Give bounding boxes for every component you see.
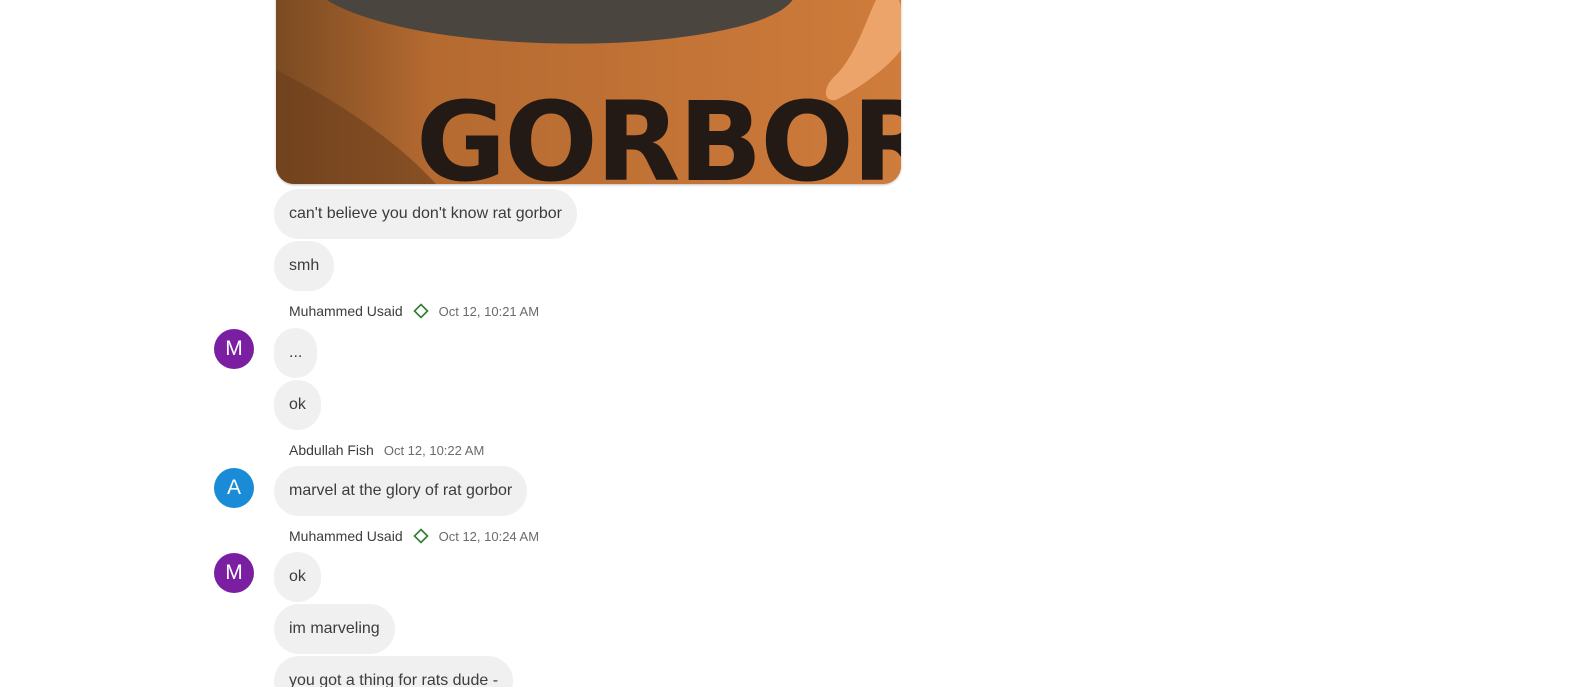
diamond-icon: [412, 303, 429, 319]
message-header: Muhammed Usaid Oct 12, 10:24 AM: [289, 526, 539, 546]
message-header: Muhammed Usaid Oct 12, 10:21 AM: [289, 301, 539, 321]
avatar[interactable]: M: [214, 553, 254, 593]
message-header: Abdullah Fish Oct 12, 10:22 AM: [289, 440, 484, 460]
gorbor-text: GORBOR: [416, 78, 901, 184]
message-timestamp: Oct 12, 10:22 AM: [383, 442, 485, 458]
diamond-icon: [412, 528, 429, 544]
sender-name[interactable]: Muhammed Usaid: [289, 528, 403, 544]
sender-name[interactable]: Abdullah Fish: [289, 442, 374, 458]
avatar[interactable]: M: [214, 329, 254, 369]
image-attachment[interactable]: GORBOR: [276, 0, 901, 184]
chat-thread: GORBOR can't believe you don't know rat …: [0, 0, 1573, 687]
message-bubble[interactable]: ok: [274, 380, 321, 430]
message-bubble[interactable]: marvel at the glory of rat gorbor: [274, 466, 528, 516]
message-bubble[interactable]: ...: [274, 328, 318, 378]
message-bubble[interactable]: you got a thing for rats dude -: [274, 656, 514, 687]
message-bubble[interactable]: ok: [274, 552, 321, 602]
gorbor-drawing: GORBOR: [276, 0, 901, 184]
sender-name[interactable]: Muhammed Usaid: [289, 303, 403, 319]
message-bubble[interactable]: can't believe you don't know rat gorbor: [274, 189, 577, 239]
message-bubble[interactable]: im marveling: [274, 604, 395, 654]
message-timestamp: Oct 12, 10:21 AM: [438, 303, 540, 319]
avatar[interactable]: A: [214, 468, 254, 508]
message-timestamp: Oct 12, 10:24 AM: [438, 528, 540, 544]
message-bubble[interactable]: smh: [274, 241, 335, 291]
